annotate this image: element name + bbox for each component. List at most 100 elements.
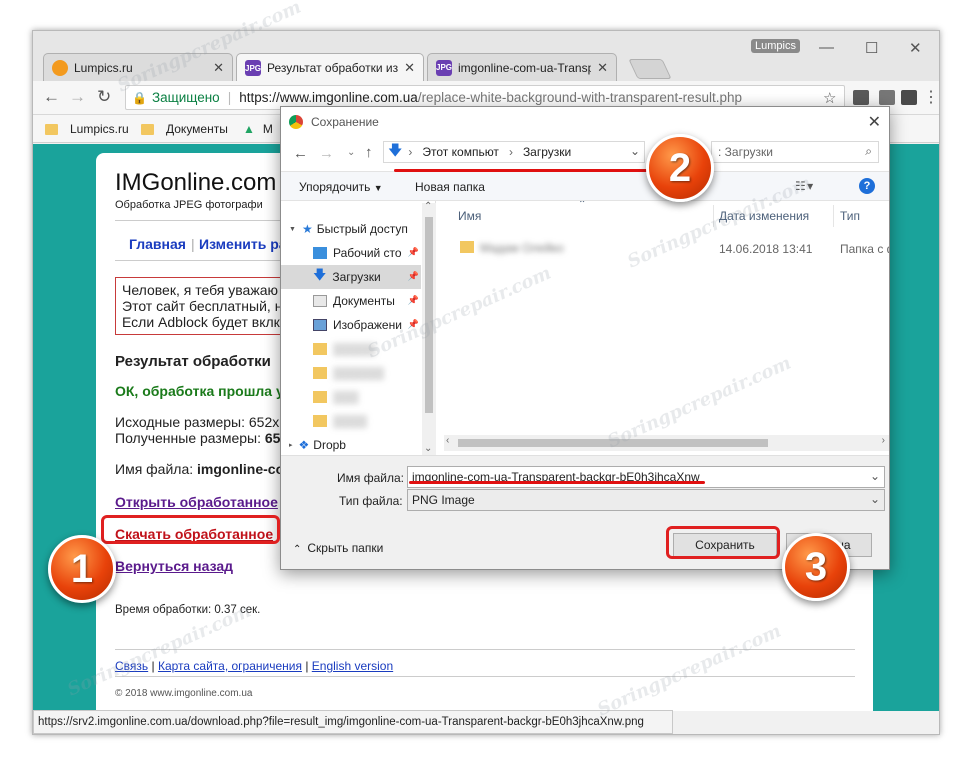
- filename-input[interactable]: imgonline-com-ua-Transparent-backgr-bE0h…: [407, 466, 885, 488]
- blurred-label: ▒▒▒: [333, 390, 359, 404]
- scroll-thumb[interactable]: [458, 439, 768, 447]
- nav-folder[interactable]: ▒▒▒▒: [281, 409, 421, 433]
- new-tab-button[interactable]: [628, 59, 672, 79]
- site-logo[interactable]: IMGonline.com: [115, 169, 276, 197]
- organize-button[interactable]: Упорядочить ▼: [299, 180, 383, 194]
- tab-image[interactable]: JPG imgonline-com-ua-Transp ✕: [427, 53, 617, 81]
- extension-icon[interactable]: [853, 90, 869, 105]
- separator: |: [227, 90, 232, 105]
- path-segment[interactable]: Загрузки: [523, 145, 571, 159]
- footer-sitemap-link[interactable]: Карта сайта, ограничения: [158, 659, 302, 673]
- back-icon[interactable]: ←: [43, 87, 60, 107]
- open-processed-link[interactable]: Открыть обработанное: [115, 494, 278, 510]
- forward-icon[interactable]: →: [319, 145, 334, 162]
- site-tagline: Обработка JPEG фотографи: [115, 199, 263, 211]
- bookmark-documents[interactable]: Документы: [141, 122, 228, 136]
- dropbox-icon: ❖: [298, 438, 310, 452]
- path-highlight-underline: [394, 169, 648, 172]
- forward-icon[interactable]: →: [69, 87, 86, 107]
- extension-icon[interactable]: [901, 90, 917, 105]
- path-bar[interactable]: 🡇 › Этот компьют › Загрузки ⌄: [383, 141, 645, 163]
- scroll-down-icon[interactable]: ⌄: [424, 443, 432, 454]
- chevron-down-icon[interactable]: ⌄: [630, 144, 640, 158]
- close-tab-icon[interactable]: ✕: [597, 60, 608, 76]
- nav-folder[interactable]: ▒▒▒▒▒▒: [281, 361, 421, 385]
- nav-downloads[interactable]: 🡇 Загрузки 📌: [281, 265, 421, 289]
- result-size-label: Полученные размеры:: [115, 430, 261, 446]
- download-icon: 🡇: [388, 142, 403, 158]
- chevron-down-icon[interactable]: ⌄: [870, 492, 880, 506]
- scroll-right-icon[interactable]: ›: [882, 435, 885, 446]
- reload-icon[interactable]: ↻: [97, 87, 111, 107]
- profile-name[interactable]: Lumpics: [751, 39, 800, 53]
- path-segment[interactable]: Этот компьют: [422, 145, 499, 159]
- nav-documents[interactable]: Документы 📌: [281, 289, 421, 313]
- view-options-icon[interactable]: ☷ ▾: [795, 179, 813, 193]
- up-icon[interactable]: ↑: [365, 144, 373, 161]
- new-folder-button[interactable]: Новая папка: [415, 180, 485, 194]
- column-date[interactable]: Дата изменения: [719, 209, 809, 223]
- scroll-left-icon[interactable]: ‹: [446, 435, 449, 446]
- nav-folder[interactable]: ▒▒▒▒▒: [281, 337, 421, 361]
- pin-icon: 📌: [407, 295, 419, 305]
- nav-desktop[interactable]: Рабочий сто 📌: [281, 241, 421, 265]
- chevron-down-icon[interactable]: ⌄: [870, 469, 880, 483]
- result-heading: Результат обработки: [115, 353, 271, 370]
- hide-folders-button[interactable]: ⌃ Скрыть папки: [293, 541, 383, 555]
- recent-dropdown-icon[interactable]: ⌄: [347, 147, 355, 158]
- tab-lumpics[interactable]: Lumpics.ru ✕: [43, 53, 233, 81]
- nav-edit-link[interactable]: Изменить ра: [199, 236, 287, 252]
- status-bar: https://srv2.imgonline.com.ua/download.p…: [33, 710, 673, 734]
- search-box[interactable]: : Загрузки ⌕: [711, 141, 879, 163]
- chevron-right-icon: ›: [508, 145, 513, 159]
- footer-english-link[interactable]: English version: [312, 659, 393, 673]
- footer-links: Связь | Карта сайта, ограничения | Engli…: [115, 659, 394, 673]
- screenshot: Lumpics.ru ✕ JPG Результат обработки из …: [0, 0, 971, 763]
- download-icon: 🡇: [313, 267, 327, 282]
- nav-home-link[interactable]: Главная: [129, 236, 186, 252]
- back-link[interactable]: Вернуться назад: [115, 558, 233, 574]
- horizontal-scrollbar[interactable]: ‹ ›: [444, 435, 889, 451]
- maximize-icon[interactable]: ☐: [865, 39, 878, 57]
- nav-dropbox[interactable]: ▸ ❖ Dropb: [281, 433, 421, 457]
- bookmark-drive[interactable]: ▲ M: [243, 122, 273, 136]
- expand-icon[interactable]: ▸: [289, 441, 293, 449]
- scroll-up-icon[interactable]: ⌃: [424, 201, 432, 212]
- nav-label: Быстрый доступ: [316, 222, 408, 236]
- chevron-up-icon: ⌃: [293, 544, 302, 555]
- close-tab-icon[interactable]: ✕: [213, 60, 224, 76]
- filetype-select[interactable]: PNG Image ⌄: [407, 489, 885, 511]
- expand-icon[interactable]: ▼: [289, 226, 296, 233]
- footer-contact-link[interactable]: Связь: [115, 659, 148, 673]
- tab-result[interactable]: JPG Результат обработки из ✕: [236, 53, 424, 82]
- minimize-icon[interactable]: —: [819, 39, 834, 56]
- close-tab-icon[interactable]: ✕: [404, 60, 415, 76]
- column-name[interactable]: Имя: [458, 209, 481, 223]
- dialog-close-icon[interactable]: ✕: [868, 112, 881, 132]
- jpg-favicon: JPG: [245, 60, 261, 76]
- folder-icon: [141, 123, 154, 135]
- nav-pictures[interactable]: Изображени 📌: [281, 313, 421, 337]
- menu-icon[interactable]: ⋮: [923, 87, 939, 107]
- bookmark-label: Документы: [166, 122, 228, 136]
- folder-icon: [460, 241, 474, 253]
- tab-strip: Lumpics.ru ✕ JPG Результат обработки из …: [33, 31, 939, 82]
- bookmark-star-icon[interactable]: ☆: [823, 89, 836, 107]
- mail-icon[interactable]: [879, 90, 895, 105]
- download-link-highlight: [101, 515, 280, 544]
- navigation-pane: ▼ ★ Быстрый доступ Рабочий сто 📌 🡇 Загру…: [281, 201, 436, 463]
- nav-folder[interactable]: ▒▒▒: [281, 385, 421, 409]
- nav-quick-access[interactable]: ▼ ★ Быстрый доступ: [281, 217, 421, 241]
- file-row[interactable]: Мадам Олейко 14.06.2018 13:41 Папка с ф: [444, 237, 889, 259]
- hide-folders-label: Скрыть папки: [307, 541, 384, 555]
- nav-scrollbar[interactable]: ⌃ ⌄: [422, 201, 436, 461]
- nav-label: Загрузки: [332, 270, 381, 284]
- column-type[interactable]: Тип: [840, 209, 860, 223]
- scroll-thumb[interactable]: [425, 217, 433, 413]
- help-icon[interactable]: ?: [859, 178, 875, 194]
- close-window-icon[interactable]: ✕: [909, 39, 922, 57]
- filename-row: Имя файла: imgonline-co: [115, 461, 284, 477]
- file-list: Имя ⌃ Дата изменения Тип Мадам Олейко 14…: [444, 201, 889, 463]
- bookmark-lumpics[interactable]: Lumpics.ru: [45, 122, 129, 136]
- back-icon[interactable]: ←: [293, 145, 308, 162]
